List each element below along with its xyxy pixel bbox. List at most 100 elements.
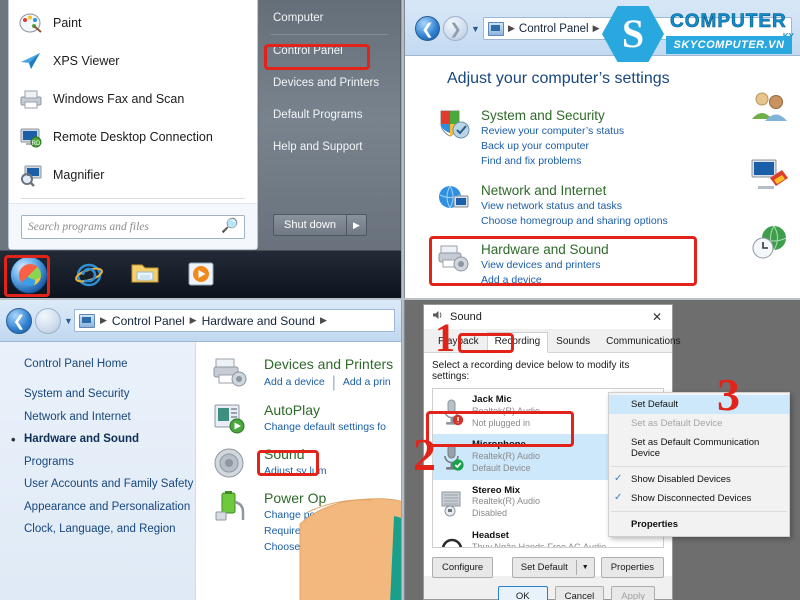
context-menu-item-set-as-default-communication-device[interactable]: Set as Default Communication Device [609,433,789,463]
search-input[interactable]: Search programs and files 🔍 [21,214,245,239]
tab-communications[interactable]: Communications [598,332,688,352]
category-hardware-and-sound[interactable]: Hardware and Sound View devices and prin… [405,242,800,288]
recent-pages-dropdown-icon[interactable]: ▼ [471,24,480,34]
group-link[interactable]: Change default settings fo [264,420,386,436]
start-menu-right-item-devices-and-printers[interactable]: Devices and Printers [259,67,400,99]
group-links: Add a device | Add a prin [264,374,393,392]
start-menu-item-label: Remote Desktop Connection [53,130,213,144]
category-link[interactable]: Add a device [481,273,609,288]
breadcrumb-item-control-panel[interactable]: Control Panel [519,23,589,35]
breadcrumb-separator-icon: ▶ [100,315,107,325]
category-link[interactable]: Find and fix problems [481,154,624,169]
clock-region-icon[interactable] [742,208,798,276]
context-menu-item-show-disabled-devices[interactable]: ✓ Show Disabled Devices [609,470,789,489]
watermark-bottom-bar: SKYCOMPUTER.VN [666,36,792,54]
sidebar-item-clock-language-and-region[interactable]: Clock, Language, and Region [24,522,195,538]
back-button[interactable]: ❮ [415,16,440,41]
sidebar-item-user-accounts-and-family-safety[interactable]: User Accounts and Family Safety [24,477,195,493]
group-link[interactable]: Choose a power pl [264,540,352,556]
group-link[interactable]: Add a prin [343,375,391,391]
group-title[interactable]: Power Op [264,490,352,506]
cancel-button[interactable]: Cancel [554,586,605,600]
category-link[interactable]: Back up your computer [481,139,624,154]
breadcrumb-separator-icon[interactable]: ▶ [190,315,197,326]
category-link[interactable]: Choose homegroup and sharing options [481,214,668,229]
ok-button[interactable]: OK [497,586,548,600]
context-menu-item-properties[interactable]: Properties [609,515,789,534]
group-link[interactable]: Add a device [264,375,325,391]
start-menu-right-label: Control Panel [273,45,343,57]
context-menu-item-set-default[interactable]: Set Default [609,395,789,414]
tutorial-collage: Paint XPS Viewer Windows Fax and Scan RD… [0,0,800,600]
start-menu-right-item-control-panel[interactable]: Control Panel [259,35,400,67]
sidebar-item-appearance-and-personalization[interactable]: Appearance and Personalization [24,500,195,516]
device-driver: Thuy Ngân Hands-Free AG Audio [472,541,607,548]
category-link[interactable]: View network status and tasks [481,199,668,214]
set-default-split-button[interactable]: Set Default ▼ [511,557,595,578]
category-title[interactable]: Hardware and Sound [481,242,609,257]
group-link[interactable]: Adjust sy lum [264,464,326,480]
start-menu-item-label: Windows Fax and Scan [53,92,185,106]
start-menu-right-item-help-and-support[interactable]: Help and Support [259,131,400,163]
appearance-icon[interactable] [742,140,798,208]
category-title[interactable]: Network and Internet [481,183,668,198]
start-menu-item-magnifier[interactable]: Magnifier [9,156,257,194]
sound-dialog-button-row: Configure Set Default ▼ Properties [432,557,664,578]
category-title[interactable]: System and Security [481,108,624,123]
user-accounts-icon[interactable] [742,72,798,140]
category-link[interactable]: View devices and printers [481,258,609,273]
chevron-down-icon[interactable]: ▼ [575,560,594,575]
breadcrumb-item-control-panel[interactable]: Control Panel [112,314,185,328]
back-button[interactable]: ❮ [6,308,32,334]
internet-explorer-icon[interactable] [74,260,104,290]
printer-icon [212,356,252,390]
tab-recording[interactable]: Recording [486,332,549,353]
start-menu-item-paint[interactable]: Paint [9,4,257,42]
sidebar-item-programs[interactable]: Programs [24,455,195,471]
configure-button[interactable]: Configure [432,557,494,578]
start-menu-right-item-computer[interactable]: Computer [259,2,400,34]
group-link[interactable]: Change pow [264,508,352,524]
device-text: Stereo Mix Realtek(R) Audio Disabled [472,485,540,520]
breadcrumb-item-hardware-and-sound[interactable]: Hardware and Sound [202,314,315,328]
group-title[interactable]: Sound [264,446,326,462]
shutdown-button[interactable]: Shut down [273,214,347,236]
category-text: System and Security Review your computer… [481,108,624,170]
close-icon[interactable]: ✕ [646,310,668,324]
shutdown-options-arrow-icon[interactable]: ▶ [346,214,367,236]
sidebar-item-hardware-and-sound[interactable]: Hardware and Sound [11,431,195,448]
group-link[interactable]: Require a p [264,524,352,540]
sidebar-item-network-and-internet[interactable]: Network and Internet [24,410,195,426]
start-menu-item-windows-fax-and-scan[interactable]: Windows Fax and Scan [9,80,257,118]
context-menu-item-show-disconnected-devices[interactable]: ✓ Show Disconnected Devices [609,489,789,508]
set-default-button-label[interactable]: Set Default [513,558,576,577]
collage-vertical-divider [401,0,405,600]
start-menu-item-xps-viewer[interactable]: XPS Viewer [9,42,257,80]
sidebar-item-control-panel-home[interactable]: Control Panel Home [24,358,195,370]
device-status: Disabled [472,508,508,519]
group-title[interactable]: AutoPlay [264,402,386,418]
group-title[interactable]: Devices and Printers [264,356,393,372]
breadcrumb[interactable]: ▶ Control Panel ▶ Hardware and Sound ▶ [74,309,395,332]
device-context-menu: Set Default Set as Default Device Set as… [608,392,790,537]
category-network-and-internet[interactable]: Network and Internet View network status… [405,183,800,229]
breadcrumb-separator-icon[interactable]: ▶ [320,315,327,326]
forward-button[interactable] [35,308,61,334]
speaker-icon [212,446,252,480]
properties-button[interactable]: Properties [600,557,664,578]
category-link[interactable]: Review your computer’s status [481,124,624,139]
taskbar [0,250,401,298]
device-status: Default Device [472,462,531,473]
shutdown-control[interactable]: Shut down ▶ [273,214,367,236]
windows-media-player-icon[interactable] [186,260,216,290]
category-system-and-security[interactable]: System and Security Review your computer… [405,108,800,170]
sidebar-item-system-and-security[interactable]: System and Security [24,387,195,403]
tab-sounds[interactable]: Sounds [548,332,598,352]
forward-button[interactable]: ❯ [443,16,468,41]
recent-pages-dropdown-icon[interactable]: ▼ [64,316,73,326]
start-menu-item-remote-desktop-connection[interactable]: RD Remote Desktop Connection [9,118,257,156]
windows-explorer-icon[interactable] [130,260,160,290]
fax-scan-icon [19,87,43,111]
start-orb-icon[interactable] [10,255,48,294]
start-menu-right-item-default-programs[interactable]: Default Programs [259,99,400,131]
